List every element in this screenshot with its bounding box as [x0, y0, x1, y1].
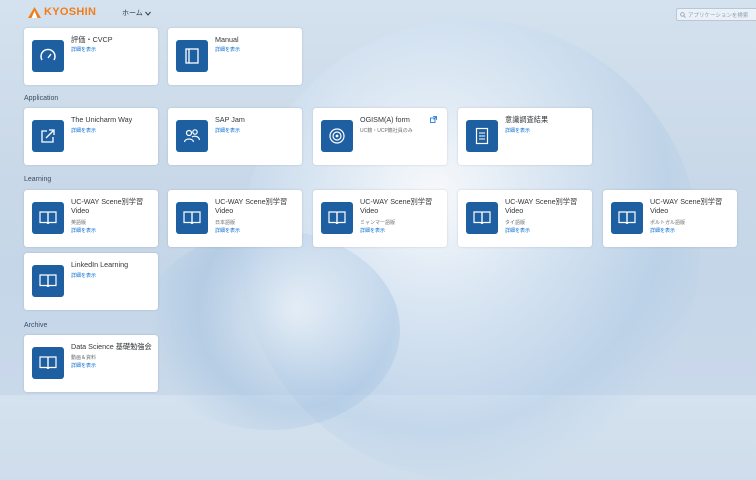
- tile-details-link[interactable]: 詳細を表示: [505, 227, 530, 234]
- gauge-icon: [40, 48, 56, 61]
- tile-title: UC-WAY Scene別学習Video: [650, 197, 723, 215]
- tile-icon-box: [176, 120, 208, 152]
- logo-text: KYOSHIN: [44, 6, 97, 18]
- section-title-learning: Learning: [24, 176, 52, 183]
- chevron-down-icon: [144, 11, 151, 16]
- target-icon: [329, 128, 345, 144]
- tile-title: The Unicharm Way: [71, 115, 133, 124]
- logo-mark-icon: [28, 6, 41, 18]
- external-link-icon: [430, 116, 437, 123]
- tile-icon-box: [321, 202, 353, 234]
- section-title-application: Application: [24, 95, 59, 102]
- tile-uc-way-video-japanese[interactable]: UC-WAY Scene別学習Video 日本語版 詳細を表示: [168, 190, 302, 247]
- home-menu-label: ホーム: [122, 10, 143, 17]
- tile-evaluation-cvcp[interactable]: 評価・CVCP 詳細を表示: [24, 28, 158, 85]
- video-book-icon: [183, 211, 201, 225]
- tile-subtitle: 英語版: [71, 220, 87, 226]
- tile-data-science-study[interactable]: Data Science 基礎勉強会 動画＆資料 詳細を表示: [24, 335, 158, 392]
- tile-ogism-form[interactable]: OGISM(A) form UC籍・UCP籍社員のみ: [313, 108, 447, 165]
- section-title-archive: Archive: [24, 322, 48, 329]
- tile-uc-way-video-myanmar[interactable]: UC-WAY Scene別学習Video ミャンマー語版 詳細を表示: [313, 190, 447, 247]
- tile-unicharm-way[interactable]: The Unicharm Way 詳細を表示: [24, 108, 158, 165]
- video-book-icon: [39, 356, 57, 370]
- tile-subtitle: ミャンマー語版: [360, 220, 396, 226]
- tile-uc-way-video-portuguese[interactable]: UC-WAY Scene別学習Video ポルトガル語版 詳細を表示: [603, 190, 737, 247]
- company-logo[interactable]: KYOSHIN: [28, 6, 96, 18]
- tile-details-link[interactable]: 詳細を表示: [215, 127, 240, 134]
- tile-title: 評価・CVCP: [71, 35, 113, 44]
- tile-details-link[interactable]: 詳細を表示: [71, 227, 96, 234]
- tile-title: UC-WAY Scene別学習Video: [215, 197, 288, 215]
- search-icon: [680, 11, 686, 18]
- search-field[interactable]: アプリケーションを検索: [676, 8, 756, 21]
- tile-icon-box: [32, 347, 64, 379]
- video-book-icon: [328, 211, 346, 225]
- tile-uc-way-video-thai[interactable]: UC-WAY Scene別学習Video タイ語版 詳細を表示: [458, 190, 592, 247]
- tile-title: UC-WAY Scene別学習Video: [71, 197, 144, 215]
- tile-details-link[interactable]: 詳細を表示: [650, 227, 675, 234]
- tile-title: 意識調査結果: [505, 115, 549, 124]
- group-icon: [183, 129, 201, 143]
- tile-icon-box: [466, 202, 498, 234]
- tile-icon-box: [32, 120, 64, 152]
- tile-title: UC-WAY Scene別学習Video: [360, 197, 433, 215]
- tile-icon-box: [32, 40, 64, 72]
- tile-icon-box: [176, 40, 208, 72]
- tile-title: Manual: [215, 35, 239, 44]
- share-icon: [41, 129, 55, 143]
- video-book-icon: [39, 211, 57, 225]
- tile-subtitle: ポルトガル語版: [650, 220, 686, 226]
- video-book-icon: [473, 211, 491, 225]
- tile-icon-box: [32, 202, 64, 234]
- tile-survey-results[interactable]: 意識調査結果 詳細を表示: [458, 108, 592, 165]
- tile-title: LinkedIn Learning: [71, 260, 129, 269]
- tile-subtitle: 日本語版: [215, 220, 236, 226]
- tile-title: Data Science 基礎勉強会: [71, 342, 152, 351]
- book-icon: [185, 48, 199, 64]
- shell-header: KYOSHIN ホーム アプリケーションを検索: [0, 0, 756, 26]
- tile-manual[interactable]: Manual 詳細を表示: [168, 28, 302, 85]
- tile-sap-jam[interactable]: SAP Jam 詳細を表示: [168, 108, 302, 165]
- tile-details-link[interactable]: 詳細を表示: [505, 127, 530, 134]
- video-book-icon: [39, 274, 57, 288]
- tile-subtitle: タイ語版: [505, 220, 526, 226]
- background-orb-small: [140, 230, 400, 430]
- tile-icon-box: [176, 202, 208, 234]
- tile-icon-box: [32, 265, 64, 297]
- tile-title: UC-WAY Scene別学習Video: [505, 197, 578, 215]
- tile-icon-box: [611, 202, 643, 234]
- search-placeholder: アプリケーションを検索: [688, 12, 749, 19]
- tile-details-link[interactable]: 詳細を表示: [71, 127, 96, 134]
- tile-icon-box: [466, 120, 498, 152]
- tile-details-link[interactable]: 詳細を表示: [71, 272, 96, 279]
- survey-icon: [475, 127, 489, 145]
- tile-linkedin-learning[interactable]: LinkedIn Learning 詳細を表示: [24, 253, 158, 310]
- tile-details-link[interactable]: 詳細を表示: [71, 46, 96, 53]
- tile-icon-box: [321, 120, 353, 152]
- home-menu-button[interactable]: ホーム: [122, 8, 151, 18]
- tile-uc-way-video-english[interactable]: UC-WAY Scene別学習Video 英語版 詳細を表示: [24, 190, 158, 247]
- video-book-icon: [618, 211, 636, 225]
- tile-details-link[interactable]: 詳細を表示: [215, 227, 240, 234]
- tile-details-link[interactable]: 詳細を表示: [215, 46, 240, 53]
- tile-title: SAP Jam: [215, 115, 245, 124]
- tile-details-link[interactable]: 詳細を表示: [360, 227, 385, 234]
- tile-subtitle: 動画＆資料: [71, 355, 97, 361]
- tile-details-link[interactable]: 詳細を表示: [71, 362, 96, 369]
- tile-subtitle: UC籍・UCP籍社員のみ: [360, 128, 413, 134]
